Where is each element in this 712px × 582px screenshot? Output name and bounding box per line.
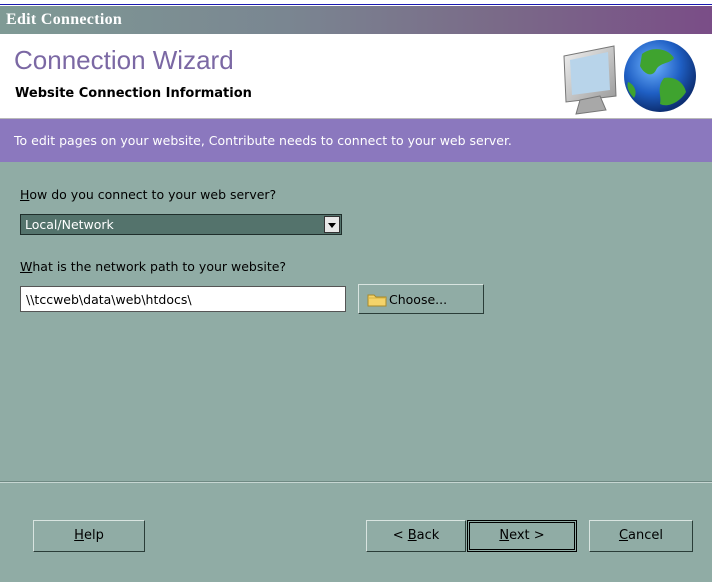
network-path-label-text: hat is the network path to your website?	[32, 259, 287, 274]
folder-icon	[367, 294, 387, 307]
network-path-value: \\tccweb\data\web\htdocs\	[26, 292, 192, 307]
next-accelerator: N	[499, 528, 510, 543]
next-button[interactable]: Next >	[467, 520, 577, 552]
back-arrow: <	[392, 528, 408, 543]
cancel-button[interactable]: Cancel	[589, 520, 693, 552]
network-path-input[interactable]: \\tccweb\data\web\htdocs\	[20, 286, 346, 312]
wizard-subtitle: Website Connection Information	[15, 86, 252, 101]
next-label: ext >	[509, 528, 545, 543]
choose-label: Choose...	[389, 292, 448, 307]
footer-divider-highlight	[0, 482, 712, 483]
cancel-accelerator: C	[618, 528, 629, 543]
link-underline	[0, 4, 712, 5]
connect-method-value: Local/Network	[25, 217, 114, 232]
info-banner: To edit pages on your website, Contribut…	[0, 119, 712, 162]
wizard-header: Connection Wizard Website Connection Inf…	[0, 34, 712, 119]
connect-method-label-text: ow do you connect to your web server?	[29, 187, 277, 202]
back-label: ack	[416, 528, 440, 543]
help-accelerator: H	[74, 528, 84, 543]
cancel-label: ancel	[628, 528, 664, 543]
connect-method-select[interactable]: Local/Network	[20, 214, 342, 235]
accelerator-h: H	[20, 187, 30, 202]
edit-connection-dialog: Edit Connection Connection Wizard Websit…	[0, 6, 712, 582]
choose-button[interactable]: Choose...	[358, 284, 484, 314]
connect-method-label: How do you connect to your web server?	[20, 187, 276, 202]
wizard-title: Connection Wizard	[14, 45, 234, 75]
dropdown-arrow-icon[interactable]	[324, 216, 340, 233]
monitor-globe-icon	[563, 40, 696, 115]
window-title: Edit Connection	[6, 11, 123, 28]
back-accelerator: B	[407, 528, 417, 543]
back-button[interactable]: < Back	[366, 520, 466, 552]
title-bar[interactable]: Edit Connection	[0, 6, 712, 34]
help-button[interactable]: Help	[33, 520, 145, 552]
accelerator-w: W	[20, 259, 33, 274]
network-path-label: What is the network path to your website…	[20, 259, 286, 274]
help-label: elp	[83, 528, 104, 543]
banner-text: To edit pages on your website, Contribut…	[14, 133, 512, 148]
